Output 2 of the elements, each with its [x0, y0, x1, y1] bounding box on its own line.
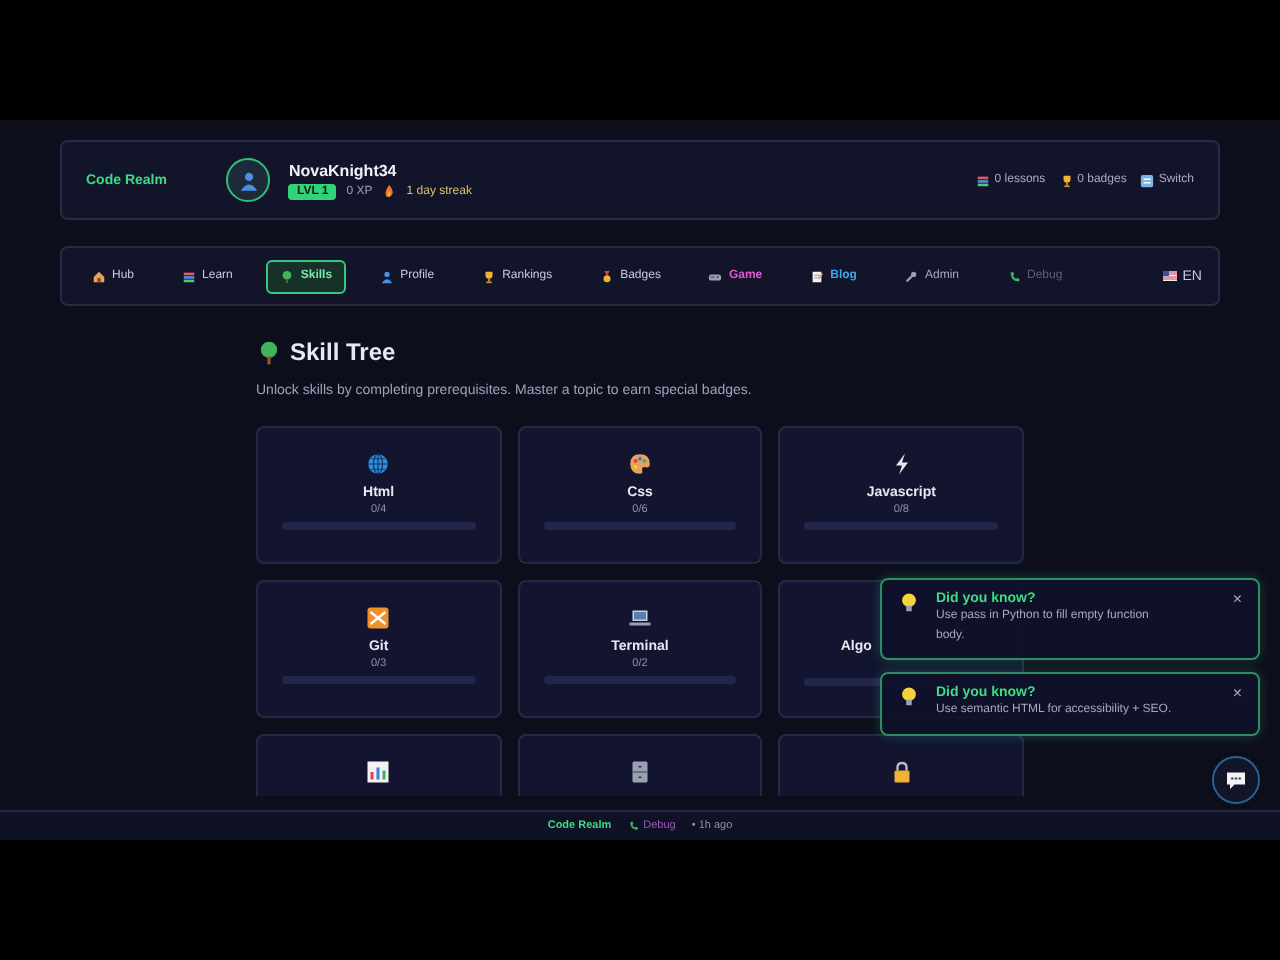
user-name: NovaKnight34	[288, 161, 399, 179]
page-title: Skill Tree	[290, 338, 396, 366]
